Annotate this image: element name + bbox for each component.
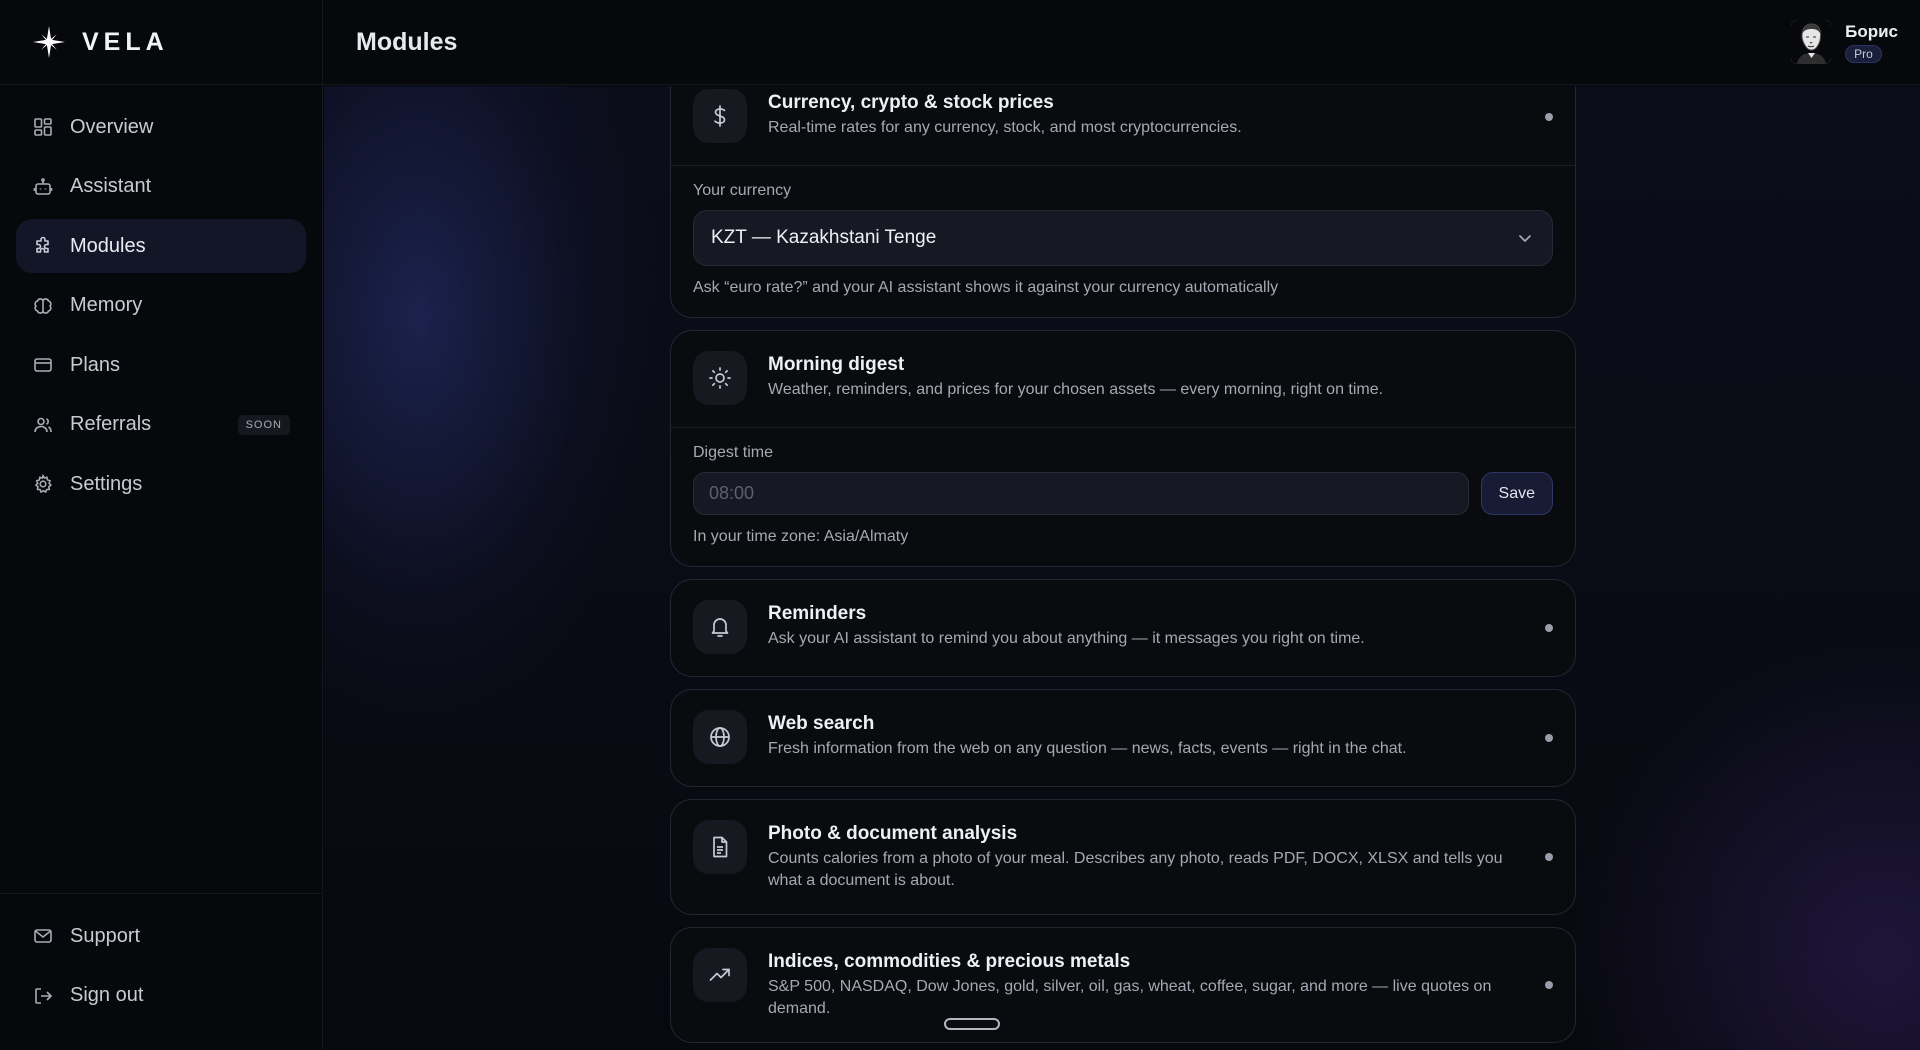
sidebar-item-plans[interactable]: Plans xyxy=(16,338,306,392)
sidebar-item-label: Support xyxy=(70,924,141,947)
brand[interactable]: VELA xyxy=(0,0,322,85)
field-label: Your currency xyxy=(693,182,792,199)
module-card-indices[interactable]: Indices, commodities & precious metals S… xyxy=(670,927,1576,1043)
sidebar-item-modules[interactable]: Modules xyxy=(16,219,306,273)
status-dot xyxy=(1545,734,1553,742)
soon-badge: SOON xyxy=(237,414,290,435)
module-card-morning-digest[interactable]: Morning digest Weather, reminders, and p… xyxy=(670,330,1576,567)
dashboard-icon xyxy=(32,116,54,138)
module-card-photo-document[interactable]: Photo & document analysis Counts calorie… xyxy=(670,799,1576,915)
credit-card-icon xyxy=(32,354,54,376)
mail-icon xyxy=(32,925,54,947)
module-description: Fresh information from the web on any qu… xyxy=(768,740,1407,757)
plan-badge: Pro xyxy=(1845,44,1882,63)
module-title: Currency, crypto & stock prices xyxy=(768,92,1054,113)
sidebar-item-sign-out[interactable]: Sign out xyxy=(16,969,306,1023)
trending-up-icon xyxy=(693,948,747,1002)
sidebar-item-assistant[interactable]: Assistant xyxy=(16,160,306,214)
module-card-reminders[interactable]: Reminders Ask your AI assistant to remin… xyxy=(670,579,1576,677)
sidebar-item-referrals[interactable]: Referrals SOON xyxy=(16,398,306,452)
sidebar-item-settings[interactable]: Settings xyxy=(16,457,306,511)
timezone-hint: In your time zone: Asia/Almaty xyxy=(693,528,909,545)
module-header[interactable]: Morning digest Weather, reminders, and p… xyxy=(671,331,1575,427)
sidebar-item-label: Sign out xyxy=(70,984,144,1006)
save-button[interactable]: Save xyxy=(1480,472,1553,515)
avatar[interactable] xyxy=(1791,20,1832,64)
modules-list[interactable]: Currency, crypto & stock prices Real-tim… xyxy=(670,86,1576,1050)
sidebar-item-label: Assistant xyxy=(70,175,152,197)
sign-out-icon xyxy=(32,985,54,1007)
sidebar-item-support[interactable]: Support xyxy=(16,909,306,963)
module-settings: Digest time Save In your time zone: Asia… xyxy=(671,427,1575,566)
currency-select-value: KZT — Kazakhstani Tenge xyxy=(711,227,937,248)
sidebar-item-label: Modules xyxy=(70,234,146,257)
brain-icon xyxy=(32,295,54,317)
status-dot xyxy=(1545,113,1553,121)
sidebar-item-label: Overview xyxy=(70,115,154,138)
globe-icon xyxy=(693,710,747,764)
user-menu[interactable]: Борис Pro xyxy=(1791,20,1898,64)
gear-icon xyxy=(32,473,54,495)
sidebar-item-label: Memory xyxy=(70,294,143,316)
module-header[interactable]: Indices, commodities & precious metals S… xyxy=(671,928,1575,1042)
digest-time-row: Save xyxy=(693,472,1553,515)
sidebar: VELA Overview Assistant Modules Memory P… xyxy=(0,0,323,1050)
module-description: Counts calories from a photo of your mea… xyxy=(768,850,1503,889)
page-title: Modules xyxy=(356,27,458,56)
dollar-icon xyxy=(693,89,747,143)
user-meta: Борис Pro xyxy=(1845,22,1898,63)
currency-hint: Ask “euro rate?” and your AI assistant s… xyxy=(693,279,1279,296)
module-description: Weather, reminders, and prices for your … xyxy=(768,381,1384,398)
module-header[interactable]: Photo & document analysis Counts calorie… xyxy=(671,800,1575,914)
user-name: Борис xyxy=(1845,21,1898,41)
module-description: Real-time rates for any currency, stock,… xyxy=(768,119,1242,136)
app: VELA Overview Assistant Modules Memory P… xyxy=(0,0,1920,1050)
sidebar-item-label: Plans xyxy=(70,353,121,376)
users-icon xyxy=(32,414,54,436)
module-card-web-search[interactable]: Web search Fresh information from the we… xyxy=(670,689,1576,787)
star-logo-icon xyxy=(32,25,66,59)
status-dot xyxy=(1545,853,1553,861)
main-content: Currency, crypto & stock prices Real-tim… xyxy=(324,86,1920,1050)
sidebar-nav: Overview Assistant Modules Memory Plans … xyxy=(0,85,322,511)
module-title: Indices, commodities & precious metals xyxy=(768,951,1131,972)
module-title: Photo & document analysis xyxy=(768,823,1018,844)
digest-time-input[interactable] xyxy=(693,472,1469,515)
sidebar-item-label: Settings xyxy=(70,472,143,495)
module-title: Reminders xyxy=(768,603,867,624)
module-title: Web search xyxy=(768,713,875,734)
module-header[interactable]: Reminders Ask your AI assistant to remin… xyxy=(671,580,1575,676)
currency-select[interactable]: KZT — Kazakhstani Tenge xyxy=(693,210,1553,266)
sidebar-footer: Support Sign out xyxy=(0,893,322,1028)
module-header[interactable]: Currency, crypto & stock prices Real-tim… xyxy=(671,86,1575,165)
document-icon xyxy=(693,820,747,874)
puzzle-icon xyxy=(32,235,54,257)
bell-icon xyxy=(693,600,747,654)
module-description: S&P 500, NASDAQ, Dow Jones, gold, silver… xyxy=(768,978,1492,1017)
module-header[interactable]: Web search Fresh information from the we… xyxy=(671,690,1575,786)
sidebar-item-overview[interactable]: Overview xyxy=(16,100,306,154)
chevron-down-icon xyxy=(1516,229,1534,253)
sidebar-item-memory[interactable]: Memory xyxy=(16,279,306,333)
top-header: Modules Борис Pro xyxy=(324,0,1920,85)
module-description: Ask your AI assistant to remind you abou… xyxy=(768,630,1365,647)
sun-icon xyxy=(693,351,747,405)
module-settings: Your currency KZT — Kazakhstani Tenge As… xyxy=(671,165,1575,317)
status-dot xyxy=(1545,624,1553,632)
scroll-indicator[interactable] xyxy=(944,1018,1000,1030)
module-card-currency[interactable]: Currency, crypto & stock prices Real-tim… xyxy=(670,86,1576,318)
field-label: Digest time xyxy=(693,444,774,461)
sidebar-item-label: Referrals xyxy=(70,413,152,435)
brand-name: VELA xyxy=(82,27,169,56)
status-dot xyxy=(1545,981,1553,989)
robot-icon xyxy=(32,176,54,198)
module-title: Morning digest xyxy=(768,354,905,375)
